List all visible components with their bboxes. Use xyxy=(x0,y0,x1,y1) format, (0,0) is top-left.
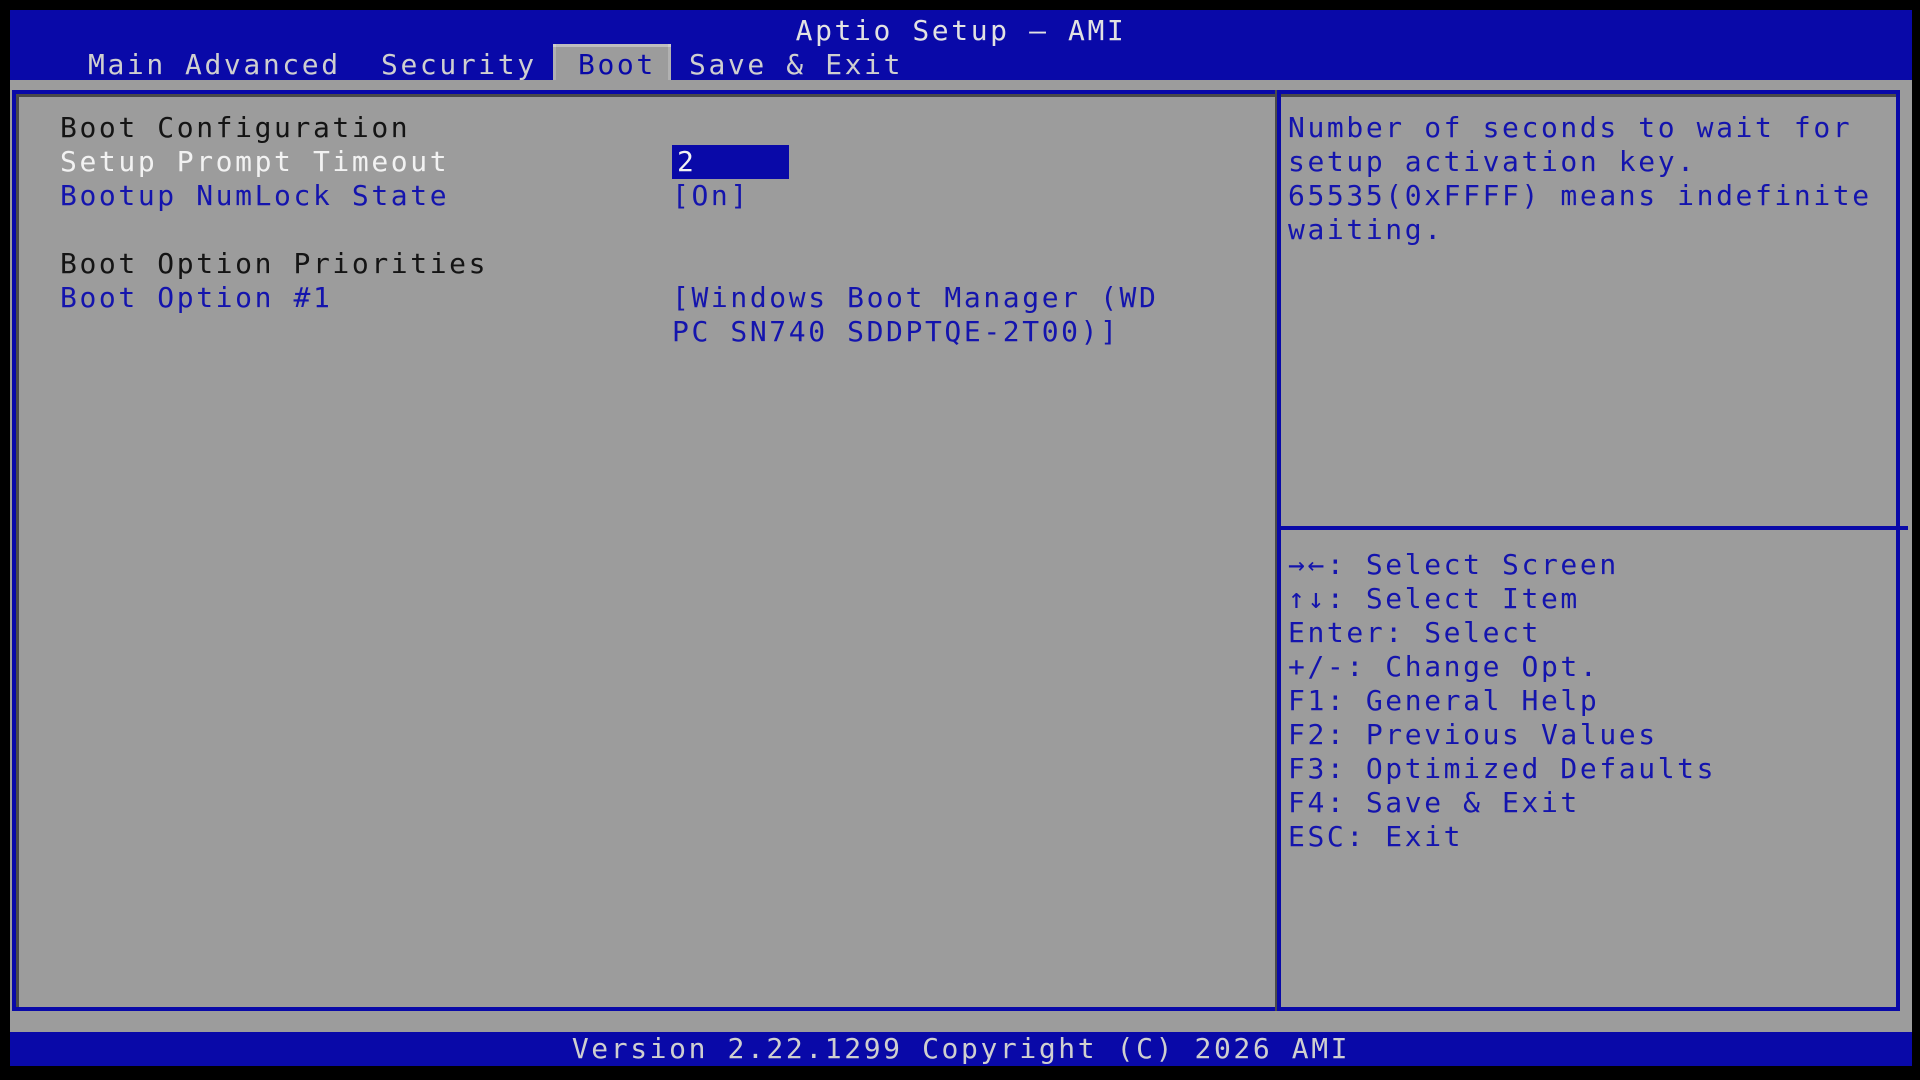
help-text-line: Number of seconds to wait for xyxy=(1288,111,1852,145)
key-legend-entry-change-opt: +/-: Change Opt. xyxy=(1288,650,1716,684)
key-legend-entry-general-help: F1: General Help xyxy=(1288,684,1716,718)
section-header-boot-configuration: Boot Configuration xyxy=(60,111,410,145)
key-legend-entry-enter-select: Enter: Select xyxy=(1288,616,1716,650)
version-text: Version 2.22.1299 Copyright (C) 2026 AMI xyxy=(572,1032,1350,1065)
help-text-line: setup activation key. xyxy=(1288,145,1697,179)
setting-value-setup-prompt-timeout[interactable]: 2 xyxy=(672,145,789,179)
key-legend-entry-previous-values: F2: Previous Values xyxy=(1288,718,1716,752)
tab-advanced[interactable]: Advanced xyxy=(185,48,341,82)
key-legend-entry-select-item: ↑↓: Select Item xyxy=(1288,582,1716,616)
setting-label-bootup-numlock-state[interactable]: Bootup NumLock State xyxy=(60,179,449,213)
tab-save-exit[interactable]: Save & Exit xyxy=(689,48,903,82)
key-legend-entry-optimized-defaults: F3: Optimized Defaults xyxy=(1288,752,1716,786)
menu-bar: Main Advanced Security Boot Save & Exit xyxy=(10,46,1912,80)
setting-label-setup-prompt-timeout[interactable]: Setup Prompt Timeout xyxy=(60,145,449,179)
setting-value-bootup-numlock-state[interactable]: [On] xyxy=(672,179,750,213)
panel-divider xyxy=(1277,90,1281,1011)
setting-value-boot-option-1-line2[interactable]: PC SN740 SDDPTQE-2T00)] xyxy=(672,315,1120,349)
header-bar: Aptio Setup – AMI Main Advanced Security… xyxy=(10,10,1912,80)
footer-bar: Version 2.22.1299 Copyright (C) 2026 AMI xyxy=(10,1032,1912,1066)
tab-security[interactable]: Security xyxy=(381,48,537,82)
section-header-boot-option-priorities: Boot Option Priorities xyxy=(60,247,488,281)
help-text-line: waiting. xyxy=(1288,213,1444,247)
key-legend-entry-save-exit: F4: Save & Exit xyxy=(1288,786,1716,820)
main-panel: Boot Configuration Setup Prompt Timeout … xyxy=(10,80,1912,1032)
setting-value-boot-option-1-line1[interactable]: [Windows Boot Manager (WD xyxy=(672,281,1158,315)
key-legend-entry-esc-exit: ESC: Exit xyxy=(1288,820,1716,854)
key-legend: →←: Select Screen ↑↓: Select Item Enter:… xyxy=(1288,548,1716,854)
page-title: Aptio Setup – AMI xyxy=(10,14,1912,48)
key-legend-entry-select-screen: →←: Select Screen xyxy=(1288,548,1716,582)
tab-boot[interactable]: Boot xyxy=(578,48,656,82)
bios-screen: Aptio Setup – AMI Main Advanced Security… xyxy=(0,0,1920,1080)
setting-label-boot-option-1[interactable]: Boot Option #1 xyxy=(60,281,332,315)
tab-main[interactable]: Main xyxy=(88,48,166,82)
help-text-line: 65535(0xFFFF) means indefinite xyxy=(1288,179,1872,213)
help-legend-divider xyxy=(1281,526,1908,530)
